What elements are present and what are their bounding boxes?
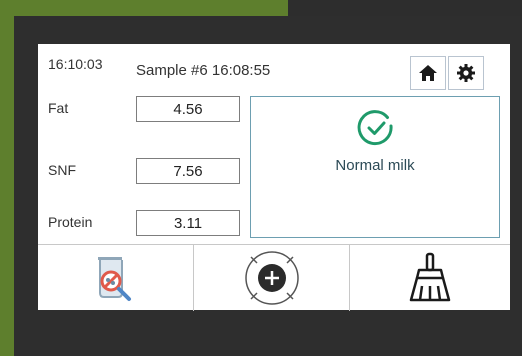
home-button[interactable]: [410, 56, 446, 90]
result-panel: Normal milk: [250, 96, 500, 238]
check-circle-icon: [357, 110, 393, 146]
clean-button[interactable]: [350, 245, 510, 311]
beaker-magnifier-icon: [97, 257, 131, 301]
home-icon: [419, 65, 437, 81]
analyze-button[interactable]: [38, 245, 194, 311]
add-sample-button[interactable]: [194, 245, 350, 311]
fat-value: 4.56: [136, 96, 240, 122]
protein-value: 3.11: [136, 210, 240, 236]
bottom-toolbar: [38, 244, 510, 311]
clock-readout: 16:10:03: [48, 56, 103, 72]
settings-button[interactable]: [448, 56, 484, 90]
add-crosshair-icon: [244, 251, 299, 305]
sample-title: Sample #6 16:08:55: [136, 62, 271, 79]
protein-label: Protein: [48, 214, 93, 230]
gear-icon: [457, 64, 475, 82]
brush-icon: [409, 252, 451, 302]
snf-value: 7.56: [136, 158, 240, 184]
fat-label: Fat: [48, 100, 69, 116]
snf-label: SNF: [48, 162, 76, 178]
device-screen: 16:10:03 Sample #6 16:08:55 Fat 4.56 SNF…: [38, 44, 510, 311]
result-text: Normal milk: [335, 157, 415, 174]
